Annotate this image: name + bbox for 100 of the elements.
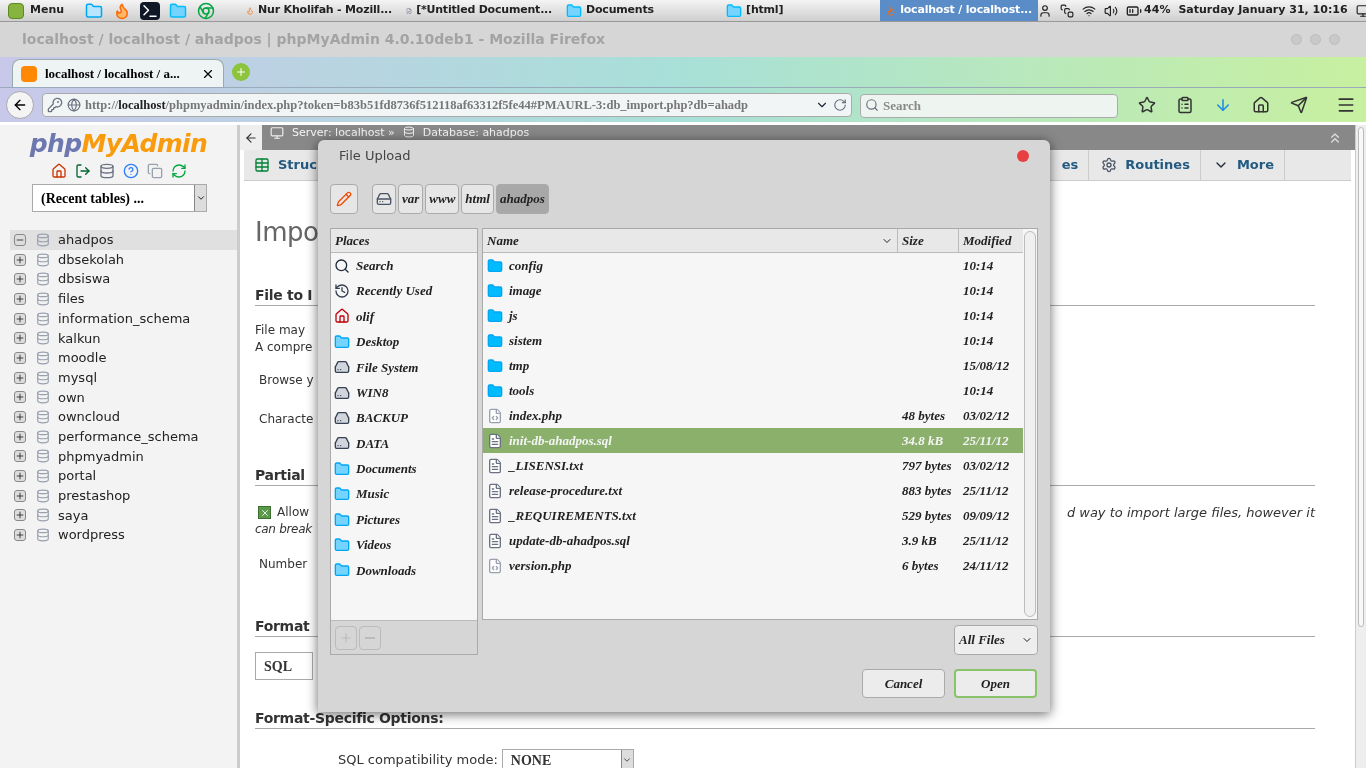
file-row[interactable]: config 10:14 [483, 253, 1023, 278]
file-row[interactable]: _LISENSI.txt 797 bytes 03/02/12 [483, 453, 1023, 478]
file-row[interactable]: update-db-ahadpos.sql 3.9 kB 25/11/12 [483, 528, 1023, 553]
expand-icon[interactable] [14, 411, 26, 424]
path-button[interactable]: html [461, 184, 494, 214]
browser-launcher-icon[interactable] [196, 1, 217, 20]
format-select[interactable]: SQL [255, 652, 313, 680]
edit-location-button[interactable] [330, 184, 358, 214]
home-icon[interactable] [1252, 96, 1270, 114]
menu-icon[interactable] [1336, 95, 1356, 115]
place-item[interactable]: BACKUP [331, 405, 477, 431]
place-item[interactable]: olif [331, 303, 477, 330]
place-item[interactable]: Documents [331, 456, 477, 482]
database-item[interactable]: files [10, 289, 237, 309]
database-item[interactable]: ahadpos [10, 230, 237, 250]
file-row[interactable]: release-procedure.txt 883 bytes 25/11/12 [483, 478, 1023, 503]
volume-icon[interactable] [1104, 3, 1119, 18]
database-item[interactable]: saya [10, 505, 237, 526]
database-item[interactable]: portal [10, 466, 237, 486]
collapse-icon[interactable] [14, 233, 26, 246]
download-icon[interactable] [1214, 96, 1232, 114]
expand-icon[interactable] [14, 430, 26, 443]
expand-icon[interactable] [14, 312, 26, 325]
place-item[interactable]: File System [331, 354, 477, 380]
column-header[interactable]: Name [483, 229, 898, 252]
file-row[interactable]: image 10:14 [483, 278, 1023, 303]
place-item[interactable]: Music [331, 481, 477, 507]
column-header[interactable]: Size [898, 229, 959, 252]
database-item[interactable]: moodle [10, 348, 237, 368]
show-desktop-icon[interactable] [1355, 3, 1366, 18]
taskbar-button[interactable]: Documents [560, 0, 719, 21]
compatibility-select[interactable]: NONE [501, 749, 634, 768]
expand-icon[interactable] [14, 489, 26, 502]
star-icon[interactable] [1138, 96, 1156, 114]
expand-icon[interactable] [14, 450, 26, 463]
back-button[interactable] [6, 91, 34, 119]
database-item[interactable]: information_schema [10, 308, 237, 329]
close-button[interactable] [1017, 150, 1029, 162]
expand-icon[interactable] [14, 509, 26, 522]
user-icon[interactable] [1038, 3, 1053, 18]
path-button[interactable]: ahadpos [495, 184, 549, 214]
place-item[interactable]: DATA [331, 430, 477, 457]
search-field[interactable]: Search [860, 94, 1118, 118]
file-row[interactable]: version.php 6 bytes 24/11/12 [483, 553, 1023, 578]
file-row[interactable]: sistem 10:14 [483, 328, 1023, 353]
help-icon[interactable] [122, 163, 139, 179]
url-field[interactable]: http://localhost/phpmyadmin/index.php?token=b83b51fd8736f512118af63312f5fe44#PMAURL-3:db_import.php?db=ahadp [42, 93, 852, 117]
database-item[interactable]: performance_schema [10, 426, 237, 447]
wifi-icon[interactable] [1082, 3, 1097, 18]
checkbox[interactable] [258, 506, 271, 519]
file-filter-select[interactable]: All Files [954, 625, 1038, 655]
key-icon[interactable] [47, 97, 63, 113]
expand-icon[interactable] [14, 253, 26, 266]
path-button[interactable]: www [425, 184, 460, 214]
place-item[interactable]: Recently Used [331, 278, 477, 304]
reload-icon[interactable] [833, 98, 847, 112]
exit-icon[interactable] [74, 163, 91, 179]
taskbar-button[interactable]: [*Untitled Document... [400, 0, 559, 21]
recent-tables-select[interactable]: (Recent tables) ... [32, 184, 207, 212]
applet-icon[interactable] [1060, 3, 1075, 18]
scrollbar[interactable] [1355, 125, 1366, 768]
expand-icon[interactable] [14, 371, 26, 384]
file-row[interactable]: _REQUIREMENTS.txt 529 bytes 09/09/12 [483, 503, 1023, 528]
expand-icon[interactable] [14, 470, 26, 483]
database-icon[interactable] [98, 163, 115, 179]
file-row[interactable]: tools 10:14 [483, 378, 1023, 403]
phpmyadmin-logo[interactable]: phpMyAdmin [0, 129, 237, 159]
expand-icon[interactable] [14, 529, 26, 542]
home-icon[interactable] [50, 163, 67, 179]
database-item[interactable]: phpmyadmin [10, 446, 237, 467]
paper-plane-icon[interactable] [1290, 96, 1308, 114]
browser-tab[interactable]: localhost / localhost / a... [12, 59, 224, 87]
place-item[interactable]: Pictures [331, 506, 477, 533]
nav-tab[interactable]: Routines [1089, 150, 1201, 180]
clipboard-icon[interactable] [1176, 96, 1194, 114]
scrollbar[interactable] [1024, 231, 1036, 617]
place-item[interactable]: Desktop [331, 329, 477, 355]
file-row[interactable]: tmp 15/08/12 [483, 353, 1023, 378]
column-header[interactable]: Modified [959, 229, 1023, 252]
battery-indicator[interactable]: 44% [1126, 2, 1171, 19]
expand-icon[interactable] [14, 332, 26, 345]
nav-tab[interactable]: More [1200, 150, 1285, 180]
file-row[interactable]: index.php 48 bytes 03/02/12 [483, 403, 1023, 428]
place-item[interactable]: Search [331, 253, 477, 279]
reload-icon[interactable] [170, 163, 187, 179]
path-button[interactable] [372, 184, 396, 214]
column-header[interactable]: Places [331, 229, 477, 253]
database-item[interactable]: prestashop [10, 485, 237, 506]
dropdown-button[interactable] [194, 185, 206, 211]
database-item[interactable]: wordpress [10, 525, 237, 545]
database-item[interactable]: kalkun [10, 328, 237, 349]
taskbar-button[interactable]: Nur Kholifah - Mozill... [240, 0, 399, 21]
path-button[interactable]: var [398, 184, 424, 214]
database-item[interactable]: own [10, 387, 237, 408]
dropdown-button[interactable] [620, 750, 633, 768]
database-item[interactable]: dbsekolah [10, 249, 237, 270]
expand-icon[interactable] [14, 391, 26, 404]
expand-icon[interactable] [14, 273, 26, 286]
terminal-icon[interactable] [140, 1, 161, 20]
place-item[interactable]: WIN8 [331, 379, 477, 406]
